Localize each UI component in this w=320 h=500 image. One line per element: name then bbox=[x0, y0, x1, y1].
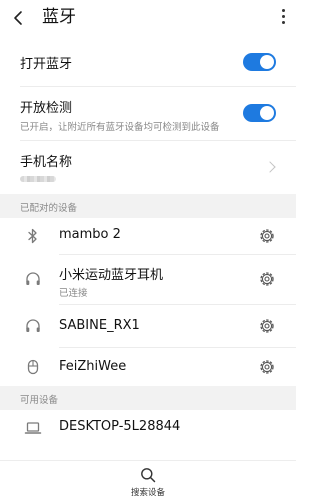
discoverable-description: 已开启，让附近所有蓝牙设备均可检测到此设备 bbox=[20, 122, 220, 133]
available-device-item[interactable]: DESKTOP-5L28844 bbox=[0, 410, 296, 448]
paired-device-item[interactable]: 小米运动蓝牙耳机 已连接 bbox=[0, 255, 296, 304]
paired-device-name: FeiZhiWee bbox=[59, 359, 127, 374]
gear-icon[interactable] bbox=[258, 227, 276, 245]
device-name-row[interactable]: 手机名称 bbox=[0, 141, 296, 194]
more-vertical-icon bbox=[281, 9, 285, 12]
paired-device-item[interactable]: SABINE_RX1 bbox=[0, 305, 296, 347]
available-devices-title: 可用设备 bbox=[20, 395, 59, 406]
search-devices-button[interactable]: 搜索设备 bbox=[118, 465, 178, 499]
more-options-button[interactable] bbox=[280, 9, 286, 27]
connection-status: 已连接 bbox=[59, 288, 88, 299]
paired-device-item[interactable]: FeiZhiWee bbox=[0, 348, 296, 386]
bluetooth-toggle[interactable] bbox=[243, 53, 276, 71]
available-devices-header: 可用设备 bbox=[0, 386, 296, 410]
gear-icon[interactable] bbox=[258, 317, 276, 335]
bottom-action-bar: 搜索设备 bbox=[0, 460, 296, 500]
discoverable-toggle-row[interactable]: 开放检测 已开启，让附近所有蓝牙设备均可检测到此设备 bbox=[0, 87, 296, 140]
paired-device-name: 小米运动蓝牙耳机 bbox=[59, 268, 164, 283]
page-title: 蓝牙 bbox=[42, 7, 76, 27]
laptop-icon bbox=[24, 422, 42, 434]
device-name-label: 手机名称 bbox=[20, 155, 73, 170]
chevron-right-icon bbox=[264, 161, 276, 173]
discoverable-toggle[interactable] bbox=[243, 104, 276, 122]
headphones-icon bbox=[26, 272, 40, 285]
bluetooth-toggle-label: 打开蓝牙 bbox=[20, 57, 73, 72]
paired-devices-header: 已配对的设备 bbox=[0, 194, 296, 218]
search-devices-label: 搜索设备 bbox=[130, 488, 165, 498]
paired-device-name: SABINE_RX1 bbox=[59, 318, 140, 333]
gear-icon[interactable] bbox=[258, 358, 276, 376]
available-device-name: DESKTOP-5L28844 bbox=[59, 419, 181, 434]
discoverable-label: 开放检测 bbox=[20, 101, 73, 116]
search-icon bbox=[141, 468, 156, 483]
mouse-icon bbox=[27, 359, 39, 375]
bluetooth-toggle-row[interactable]: 打开蓝牙 bbox=[0, 38, 296, 86]
device-name-value bbox=[20, 176, 56, 182]
headphones-icon bbox=[26, 319, 40, 332]
app-header: 蓝牙 bbox=[0, 0, 296, 38]
paired-device-item[interactable]: mambo 2 bbox=[0, 218, 296, 254]
bluetooth-icon bbox=[28, 228, 37, 244]
back-button[interactable] bbox=[9, 8, 29, 28]
gear-icon[interactable] bbox=[258, 270, 276, 288]
back-arrow-icon bbox=[14, 11, 22, 25]
paired-device-name: mambo 2 bbox=[59, 227, 121, 242]
paired-devices-title: 已配对的设备 bbox=[20, 203, 78, 214]
